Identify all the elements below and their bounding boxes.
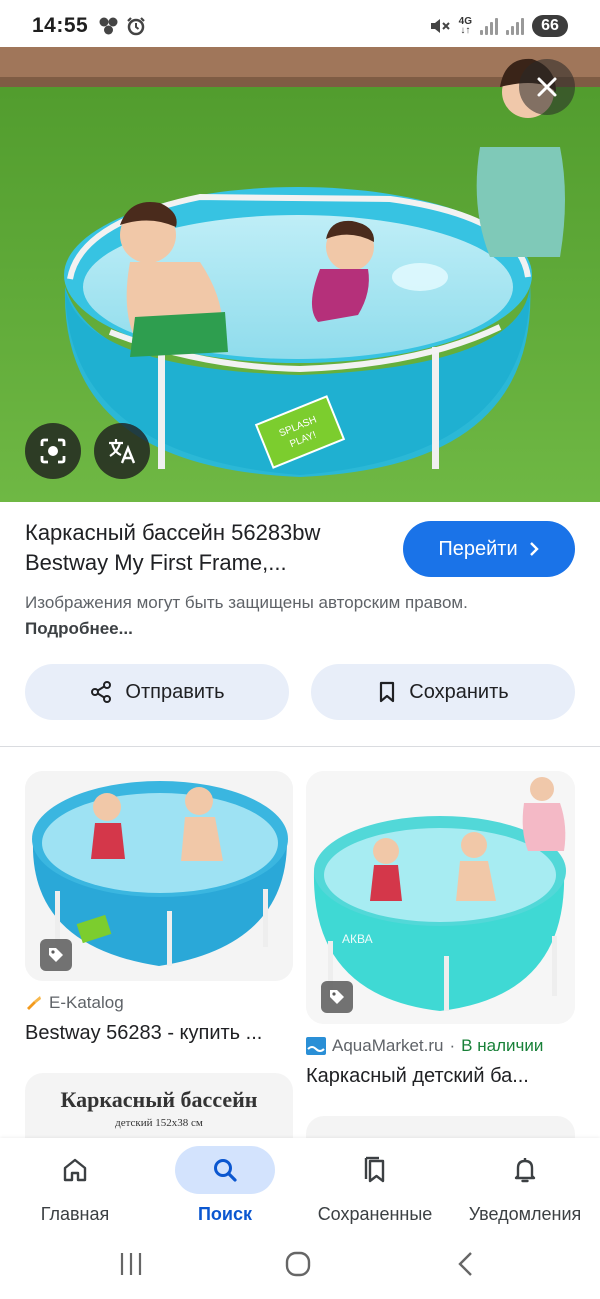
related-source-2: AquaMarket.ru · В наличии (306, 1036, 543, 1056)
status-notification-icons (98, 16, 146, 36)
saved-collections-icon (364, 1156, 385, 1183)
share-icon (91, 681, 112, 703)
nav-saved[interactable]: Сохраненные (310, 1138, 440, 1234)
translate-button[interactable] (94, 423, 150, 479)
bookmark-icon (380, 681, 395, 703)
save-button[interactable]: Сохранить (311, 664, 575, 720)
e-katalog-favicon-icon (27, 996, 41, 1010)
share-label: Отправить (125, 680, 225, 703)
back-button[interactable] (454, 1250, 478, 1283)
signal-icon (480, 17, 498, 35)
save-label: Сохранить (409, 680, 509, 703)
watermark-text: АКВА (342, 932, 373, 946)
back-chevron-icon (458, 1252, 472, 1276)
copyright-notice: Изображения могут быть защищены авторски… (25, 590, 495, 642)
learn-more-link[interactable]: Подробнее... (25, 619, 133, 638)
aquamarket-favicon-icon (306, 1037, 326, 1055)
search-icon (214, 1159, 237, 1182)
result-title-line1: Каркасный бассейн 56283bw (25, 520, 321, 545)
nav-home-label: Главная (40, 1204, 110, 1224)
translate-icon (109, 439, 136, 464)
recent-apps-button[interactable] (117, 1250, 145, 1283)
share-button[interactable]: Отправить (25, 664, 289, 720)
bottom-navigation: Главная Поиск Сохраненные Уведомления (0, 1138, 600, 1234)
cluster-icon (99, 17, 118, 35)
status-time: 14:55 (32, 14, 89, 37)
network-type: 4G (458, 16, 472, 27)
nav-notifications[interactable]: Уведомления (460, 1138, 590, 1234)
nav-saved-label: Сохраненные (317, 1204, 433, 1224)
thumb-subheading: детский 152х38 см (115, 1117, 203, 1129)
related-result-1[interactable]: E-Katalog Bestway 56283 - купить ... (25, 771, 293, 1061)
nav-notifications-label: Уведомления (468, 1204, 582, 1224)
source-separator: · (449, 1036, 456, 1055)
close-button[interactable] (519, 59, 575, 115)
result-title[interactable]: Каркасный бассейн 56283bw Bestway My Fir… (25, 518, 385, 578)
related-source-1: E-Katalog (25, 993, 124, 1013)
mute-icon (430, 19, 450, 33)
related-title-1[interactable]: Bestway 56283 - купить ... (25, 1022, 293, 1045)
related-source-name-2: AquaMarket.ru (332, 1036, 444, 1055)
copyright-text: Изображения могут быть защищены авторски… (25, 593, 468, 612)
product-tag-badge (40, 939, 72, 971)
nav-notifications-icon-wrap (475, 1146, 575, 1194)
section-divider (0, 746, 600, 747)
related-result-2[interactable]: АКВА AquaMarket.ru · В наличии Каркасный… (306, 771, 575, 1091)
related-result-3[interactable]: Каркасный бассейн детский 152х38 см (25, 1073, 293, 1138)
action-row: Отправить Сохранить (25, 664, 575, 720)
status-bar: 14:55 4G ↓↑ 66 (0, 0, 600, 52)
battery-indicator: 66 (532, 15, 568, 37)
lens-button[interactable] (25, 423, 81, 479)
nav-search[interactable]: Поиск (175, 1138, 275, 1234)
system-navigation-bar (0, 1234, 600, 1299)
signal-icon-2 (506, 17, 524, 35)
visit-button-label: Перейти (438, 537, 518, 560)
related-thumb-3[interactable]: Каркасный бассейн детский 152х38 см (25, 1073, 293, 1138)
product-tag-badge-2 (321, 981, 353, 1013)
chevron-right-icon (529, 542, 539, 556)
related-title-2[interactable]: Каркасный детский ба... (306, 1065, 575, 1088)
network-type-label: 4G ↓↑ (458, 16, 472, 36)
hero-image[interactable]: SPLASH PLAY! (0, 47, 600, 502)
lens-camera-icon (40, 438, 66, 464)
tag-icon (330, 990, 344, 1004)
nav-home-icon-wrap (25, 1146, 125, 1194)
bell-icon (514, 1158, 536, 1183)
thumb-heading: Каркасный бассейн (60, 1087, 258, 1112)
nav-search-label: Поиск (197, 1204, 253, 1224)
related-source-name-1: E-Katalog (49, 993, 124, 1012)
result-title-line2: Bestway My First Frame,... (25, 550, 287, 575)
home-circle-icon (285, 1251, 311, 1277)
nav-home[interactable]: Главная (25, 1138, 125, 1234)
nav-search-icon-wrap (175, 1146, 275, 1194)
home-system-button[interactable] (284, 1250, 312, 1283)
related-thumb-4[interactable] (306, 1116, 575, 1138)
related-result-4[interactable] (306, 1116, 575, 1138)
recent-apps-icon (120, 1253, 142, 1275)
close-icon (537, 77, 557, 97)
nav-saved-icon-wrap (325, 1146, 425, 1194)
pool-photo: SPLASH PLAY! (0, 47, 600, 502)
alarm-icon (127, 17, 145, 36)
visit-button[interactable]: Перейти (403, 521, 575, 577)
related-thumb-2[interactable]: АКВА (306, 771, 575, 1024)
status-right: 4G ↓↑ 66 (429, 15, 568, 37)
availability-status: В наличии (461, 1036, 544, 1055)
related-thumb-1[interactable] (25, 771, 293, 981)
home-icon (63, 1158, 87, 1182)
tag-icon (49, 948, 63, 962)
